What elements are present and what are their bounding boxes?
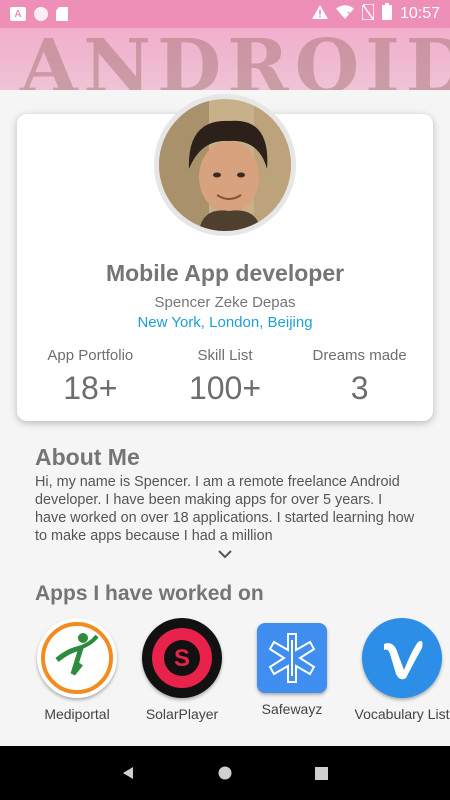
back-icon[interactable] xyxy=(108,753,148,793)
app-item-vocabulary-list[interactable]: Vocabulary List xyxy=(347,618,450,723)
stat-dreams-made[interactable]: Dreams made 3 xyxy=(295,347,425,407)
app-label: Safewayz xyxy=(261,701,323,717)
stat-value: 3 xyxy=(350,370,369,406)
circle-icon xyxy=(34,7,48,21)
app-item-safewayz[interactable]: Safewayz xyxy=(237,618,347,718)
stat-label: App Portfolio xyxy=(47,347,134,364)
mediportal-icon xyxy=(37,618,117,698)
solarplayer-icon: S xyxy=(142,618,222,698)
stat-skill-list[interactable]: Skill List 100+ xyxy=(160,347,290,407)
avatar[interactable] xyxy=(159,99,291,231)
app-item-solarplayer[interactable]: S SolarPlayer xyxy=(127,618,237,723)
no-sim-icon xyxy=(361,2,375,25)
warning-icon xyxy=(311,4,328,24)
apps-title: Apps I have worked on xyxy=(35,582,264,605)
vocabulary-icon xyxy=(362,618,442,698)
a-icon: A xyxy=(10,7,26,21)
apps-list: Mediportal S SolarPlayer Safewayz Vocabu… xyxy=(22,618,450,748)
about-text: Hi, my name is Spencer. I am a remote fr… xyxy=(35,474,415,544)
home-icon[interactable] xyxy=(205,753,245,793)
profile-title: Mobile App developer xyxy=(105,260,345,286)
battery-icon xyxy=(381,3,392,25)
sd-card-icon xyxy=(56,7,68,21)
profile-name: Spencer Zeke Depas xyxy=(154,294,296,311)
app-label: Vocabulary List xyxy=(354,706,450,722)
stat-value: 100+ xyxy=(188,370,262,406)
profile-card: Mobile App developer Spencer Zeke Depas … xyxy=(17,94,433,421)
stats-row: App Portfolio 18+ Skill List 100+ Dreams… xyxy=(17,347,433,407)
avatar-ring xyxy=(154,94,296,236)
stat-app-portfolio[interactable]: App Portfolio 18+ xyxy=(25,347,155,407)
status-time: 10:57 xyxy=(399,5,440,22)
banner-decoration: ANDROID xyxy=(20,24,450,90)
stat-label: Dreams made xyxy=(312,347,407,364)
status-bar: A 10:57 xyxy=(0,0,450,28)
app-item-mediportal[interactable]: Mediportal xyxy=(22,618,132,723)
navigation-bar xyxy=(0,746,450,800)
profile-cities[interactable]: New York, London, Beijing xyxy=(17,314,433,331)
safewayz-icon xyxy=(257,623,327,693)
chevron-down-icon[interactable] xyxy=(217,546,233,559)
wifi-icon xyxy=(335,4,355,24)
stat-label: Skill List xyxy=(197,347,253,364)
app-label: Mediportal xyxy=(44,706,110,722)
stat-value: 18+ xyxy=(63,370,118,406)
app-label: SolarPlayer xyxy=(145,706,219,722)
recents-icon[interactable] xyxy=(302,753,342,793)
svg-text:S: S xyxy=(174,645,190,672)
about-title: About Me xyxy=(35,444,140,470)
